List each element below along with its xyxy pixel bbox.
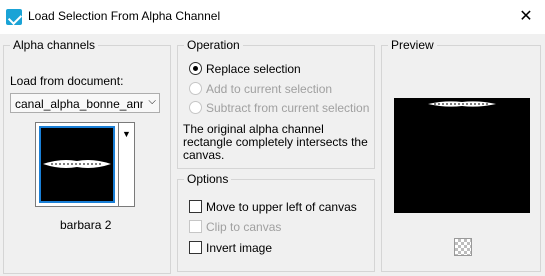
preview-selection-shape: [428, 101, 496, 107]
thumbnail-dropdown-button[interactable]: ▼: [119, 122, 135, 207]
channel-thumbnail-frame[interactable]: [35, 122, 119, 207]
channel-thumbnail[interactable]: [39, 126, 115, 203]
close-button[interactable]: ✕: [515, 6, 537, 28]
options-title: Options: [184, 172, 232, 186]
preview-title: Preview: [388, 38, 437, 52]
add-selection-label[interactable]: Add to current selection: [206, 82, 332, 96]
replace-selection-radio[interactable]: [189, 62, 202, 75]
preview-canvas: [394, 98, 530, 213]
title-bar: Load Selection From Alpha Channel ✕: [0, 0, 545, 34]
clip-to-canvas-checkbox[interactable]: [189, 220, 202, 233]
chevron-down-icon: ⌵: [148, 96, 156, 107]
document-select[interactable]: canal_alpha_bonne_ann ⌵: [10, 93, 160, 113]
operation-note-line3: canvas.: [183, 148, 225, 162]
move-upper-left-checkbox[interactable]: [189, 200, 202, 213]
subtract-selection-label[interactable]: Subtract from current selection: [206, 101, 369, 115]
operation-note-line1: The original alpha channel: [183, 122, 324, 136]
load-from-document-label: Load from document:: [10, 74, 124, 88]
replace-selection-label[interactable]: Replace selection: [206, 62, 301, 76]
transparency-icon[interactable]: [454, 238, 472, 256]
subtract-selection-radio[interactable]: [189, 101, 202, 114]
dropdown-arrow-icon: ▼: [122, 129, 131, 139]
move-upper-left-label[interactable]: Move to upper left of canvas: [206, 200, 357, 214]
invert-image-label[interactable]: Invert image: [206, 241, 272, 255]
document-select-value: canal_alpha_bonne_ann: [15, 97, 143, 111]
window-title: Load Selection From Alpha Channel: [28, 9, 221, 23]
app-icon: [6, 9, 22, 25]
add-selection-radio[interactable]: [189, 82, 202, 95]
alpha-channels-title: Alpha channels: [10, 38, 99, 52]
clip-to-canvas-label[interactable]: Clip to canvas: [206, 220, 281, 234]
invert-image-checkbox[interactable]: [189, 241, 202, 254]
thumbnail-selection-shape: [43, 160, 111, 168]
channel-name-caption: barbara 2: [60, 218, 112, 232]
operation-title: Operation: [184, 38, 243, 52]
operation-note-line2: rectangle completely intersects the: [183, 135, 368, 149]
